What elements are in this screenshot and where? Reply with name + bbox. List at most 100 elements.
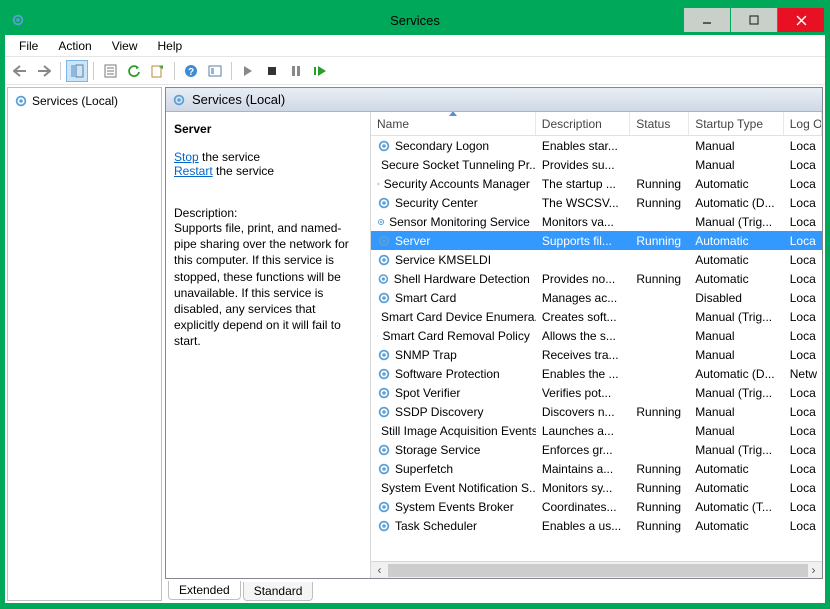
cell-startup: Disabled (689, 291, 784, 305)
cell-name: Sensor Monitoring Service (371, 215, 536, 229)
service-row[interactable]: SNMP TrapReceives tra...ManualLoca (371, 345, 822, 364)
tree-root-label: Services (Local) (32, 94, 118, 108)
tree-pane[interactable]: Services (Local) (7, 87, 162, 601)
service-row[interactable]: Secure Socket Tunneling Pr...Provides su… (371, 155, 822, 174)
cell-name: Smart Card (371, 291, 536, 305)
menu-action[interactable]: Action (48, 37, 101, 55)
cell-logon: Loca (784, 177, 822, 191)
gear-icon (377, 386, 391, 400)
cell-logon: Loca (784, 310, 822, 324)
toolbar-icon[interactable] (204, 60, 226, 82)
pane-title-text: Services (Local) (192, 92, 285, 107)
cell-startup: Automatic (T... (689, 500, 784, 514)
minimize-button[interactable] (684, 8, 730, 32)
cell-description: Allows the s... (536, 329, 631, 343)
col-startup[interactable]: Startup Type (689, 112, 784, 135)
close-button[interactable] (778, 8, 824, 32)
tree-root-item[interactable]: Services (Local) (12, 92, 157, 110)
scroll-thumb[interactable] (388, 564, 808, 577)
back-button[interactable] (9, 60, 31, 82)
col-name-label: Name (377, 117, 409, 131)
service-row[interactable]: SuperfetchMaintains a...RunningAutomatic… (371, 459, 822, 478)
restart-link[interactable]: Restart (174, 164, 213, 178)
service-row[interactable]: ServerSupports fil...RunningAutomaticLoc… (371, 231, 822, 250)
cell-name: Spot Verifier (371, 386, 536, 400)
menu-help[interactable]: Help (148, 37, 193, 55)
separator (60, 62, 61, 80)
refresh-button[interactable] (123, 60, 145, 82)
cell-logon: Loca (784, 519, 822, 533)
cell-logon: Loca (784, 386, 822, 400)
cell-logon: Loca (784, 443, 822, 457)
service-row[interactable]: Storage ServiceEnforces gr...Manual (Tri… (371, 440, 822, 459)
service-row[interactable]: Smart CardManages ac...DisabledLoca (371, 288, 822, 307)
service-row[interactable]: Smart Card Device Enumera...Creates soft… (371, 307, 822, 326)
stop-service-button[interactable] (261, 60, 283, 82)
menu-file[interactable]: File (9, 37, 48, 55)
service-row[interactable]: Secondary LogonEnables star...ManualLoca (371, 136, 822, 155)
service-row[interactable]: Software ProtectionEnables the ...Automa… (371, 364, 822, 383)
titlebar[interactable]: Services (5, 5, 825, 35)
cell-name: Task Scheduler (371, 519, 536, 533)
horizontal-scrollbar[interactable]: ‹ › (371, 561, 822, 578)
description-label: Description: (174, 206, 362, 220)
gear-icon (377, 139, 391, 153)
list-body[interactable]: Secondary LogonEnables star...ManualLoca… (371, 136, 822, 561)
gear-icon (377, 329, 378, 343)
maximize-button[interactable] (731, 8, 777, 32)
service-row[interactable]: Service KMSELDIAutomaticLoca (371, 250, 822, 269)
gear-icon (377, 500, 391, 514)
export-list-button[interactable] (147, 60, 169, 82)
service-row[interactable]: Task SchedulerEnables a us...RunningAuto… (371, 516, 822, 535)
col-logon[interactable]: Log On As (784, 112, 822, 135)
cell-description: Provides su... (536, 158, 631, 172)
cell-startup: Automatic (689, 234, 784, 248)
service-row[interactable]: Security Accounts ManagerThe startup ...… (371, 174, 822, 193)
cell-name: Smart Card Device Enumera... (371, 310, 536, 324)
col-description[interactable]: Description (536, 112, 631, 135)
menu-view[interactable]: View (102, 37, 148, 55)
gear-icon (377, 291, 391, 305)
cell-description: The WSCSV... (536, 196, 631, 210)
service-row[interactable]: Security CenterThe WSCSV...RunningAutoma… (371, 193, 822, 212)
cell-description: Enables the ... (536, 367, 631, 381)
gear-icon (377, 348, 391, 362)
service-row[interactable]: System Events BrokerCoordinates...Runnin… (371, 497, 822, 516)
gear-icon (172, 93, 186, 107)
properties-button[interactable] (99, 60, 121, 82)
cell-name: System Events Broker (371, 500, 536, 514)
service-row[interactable]: Spot VerifierVerifies pot...Manual (Trig… (371, 383, 822, 402)
gear-icon (377, 177, 380, 191)
col-status[interactable]: Status (630, 112, 689, 135)
scroll-track[interactable] (388, 562, 805, 579)
restart-service-button[interactable] (309, 60, 331, 82)
service-row[interactable]: System Event Notification S...Monitors s… (371, 478, 822, 497)
pause-service-button[interactable] (285, 60, 307, 82)
stop-link[interactable]: Stop (174, 150, 199, 164)
cell-description: Manages ac... (536, 291, 631, 305)
service-row[interactable]: Sensor Monitoring ServiceMonitors va...M… (371, 212, 822, 231)
start-service-button[interactable] (237, 60, 259, 82)
service-row[interactable]: Still Image Acquisition EventsLaunches a… (371, 421, 822, 440)
service-row[interactable]: SSDP DiscoveryDiscovers n...RunningManua… (371, 402, 822, 421)
cell-startup: Automatic (689, 253, 784, 267)
cell-startup: Automatic (689, 462, 784, 476)
forward-button[interactable] (33, 60, 55, 82)
cell-logon: Loca (784, 481, 822, 495)
scroll-left-button[interactable]: ‹ (371, 562, 388, 579)
show-hide-tree-button[interactable] (66, 60, 88, 82)
cell-description: Creates soft... (536, 310, 631, 324)
cell-status: Running (630, 234, 689, 248)
cell-startup: Automatic (D... (689, 367, 784, 381)
col-name[interactable]: Name (371, 112, 536, 135)
cell-description: Provides no... (536, 272, 631, 286)
gear-icon (14, 94, 28, 108)
service-row[interactable]: Shell Hardware DetectionProvides no...Ru… (371, 269, 822, 288)
service-row[interactable]: Smart Card Removal PolicyAllows the s...… (371, 326, 822, 345)
tab-extended[interactable]: Extended (168, 581, 241, 600)
cell-logon: Loca (784, 348, 822, 362)
tab-standard[interactable]: Standard (243, 582, 314, 601)
app-icon (5, 13, 31, 27)
help-button[interactable]: ? (180, 60, 202, 82)
detail-pane: Server Stop the service Restart the serv… (166, 112, 371, 578)
